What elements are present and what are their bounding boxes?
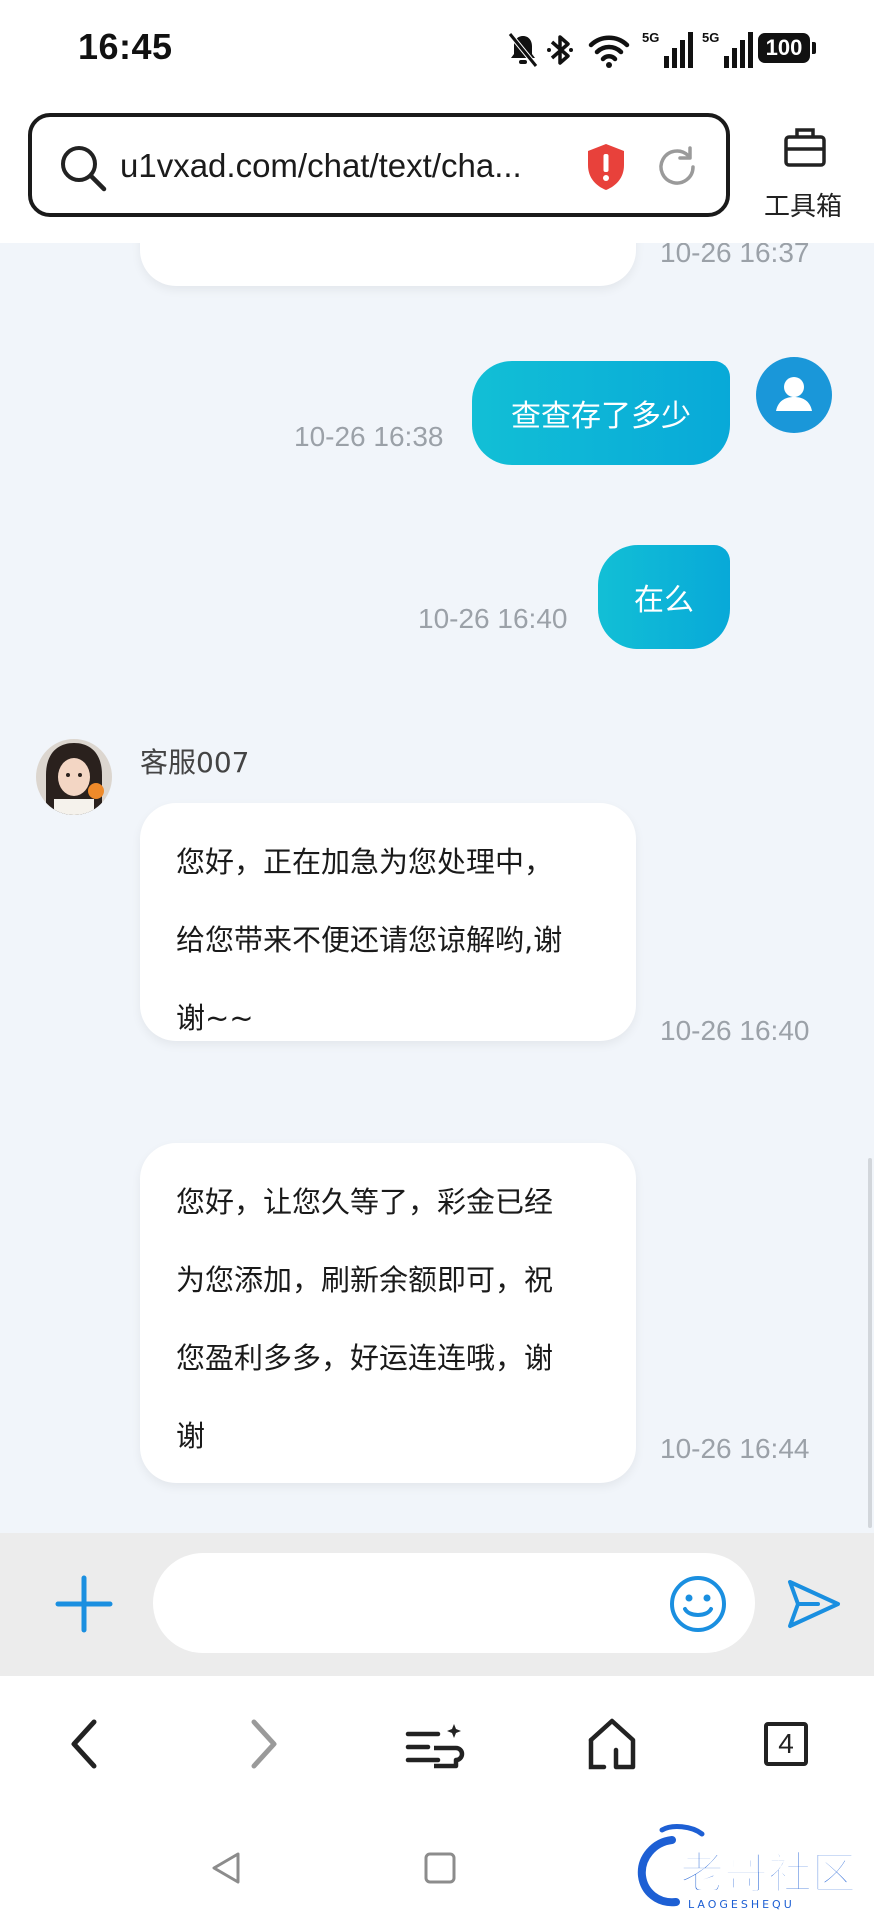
message-timestamp: 10-26 16:40 [660, 1015, 810, 1046]
message-line: 谢 [176, 1419, 206, 1453]
home-icon[interactable] [586, 1716, 638, 1772]
message-line: 为您添加，刷新余额即可，祝 [176, 1263, 554, 1297]
message-line: 给您带来不便还请您谅解哟,谢 [176, 923, 563, 957]
outgoing-message-bubble: 在么 [598, 545, 730, 649]
tab-count-button[interactable]: 4 [764, 1722, 808, 1766]
plus-icon[interactable] [54, 1574, 114, 1634]
message-line: 您好，正在加急为您处理中， [176, 845, 554, 879]
forward-icon[interactable] [246, 1718, 282, 1770]
message-timestamp: 10-26 16:37 [660, 243, 810, 268]
signal-5g-icon: 5G [702, 30, 753, 68]
user-avatar-icon[interactable] [756, 357, 832, 433]
signal-5g-icon: 5G [642, 30, 693, 68]
send-icon[interactable] [784, 1576, 844, 1632]
mute-bell-icon [508, 32, 538, 68]
agent-name: 客服007 [140, 746, 250, 779]
message-input[interactable] [153, 1553, 755, 1653]
outgoing-message-bubble: 查查存了多少 [472, 361, 730, 465]
svg-text:5G: 5G [702, 30, 719, 45]
message-line: 谢~~ [176, 1001, 254, 1035]
refresh-icon[interactable] [654, 144, 700, 190]
incoming-message-bubble: 您好，让您久等了，彩金已经 为您添加，刷新余额即可，祝 您盈利多多，好运连连哦，… [140, 1143, 636, 1483]
watermark-text: 老哥社区 [680, 1848, 856, 1899]
scrollbar-thumb[interactable] [868, 1158, 872, 1528]
message-line: 您好，让您久等了，彩金已经 [176, 1185, 554, 1219]
message-text: 查查存了多少 [511, 399, 691, 434]
battery-indicator: 100 [758, 33, 816, 63]
search-icon [61, 146, 107, 192]
message-timestamp: 10-26 16:44 [660, 1433, 810, 1464]
emoji-icon[interactable] [668, 1574, 728, 1634]
svg-text:5G: 5G [642, 30, 659, 45]
chat-area[interactable]: 10-26 16:37 10-26 16:38 查查存了多少 10-26 16:… [0, 243, 874, 1533]
status-time: 16:45 [78, 26, 173, 67]
message-timestamp: 10-26 16:38 [294, 421, 444, 452]
system-home-icon[interactable] [420, 1848, 460, 1888]
agent-avatar[interactable] [36, 739, 112, 815]
security-warning-icon[interactable] [584, 142, 628, 192]
message-text: 在么 [634, 583, 694, 618]
toolbox-icon[interactable] [782, 124, 828, 170]
message-bubble-partial [140, 243, 636, 286]
incoming-message-bubble: 您好，正在加急为您处理中， 给您带来不便还请您谅解哟,谢 谢~~ [140, 803, 636, 1041]
laoge-watermark-logo: 老哥社区 LAOGESHEQU [637, 1824, 857, 1911]
reading-mode-icon[interactable] [404, 1720, 466, 1772]
wifi-icon [588, 35, 630, 68]
watermark-subtext: LAOGESHEQU [688, 1898, 795, 1911]
back-icon[interactable] [66, 1718, 102, 1770]
toolbox-label[interactable]: 工具箱 [764, 186, 842, 223]
url-text[interactable]: u1vxad.com/chat/text/cha... [120, 147, 550, 185]
message-timestamp: 10-26 16:40 [418, 603, 568, 634]
message-line: 您盈利多多，好运连连哦，谢 [176, 1341, 554, 1375]
bluetooth-icon [547, 35, 573, 65]
system-back-icon[interactable] [206, 1848, 246, 1888]
